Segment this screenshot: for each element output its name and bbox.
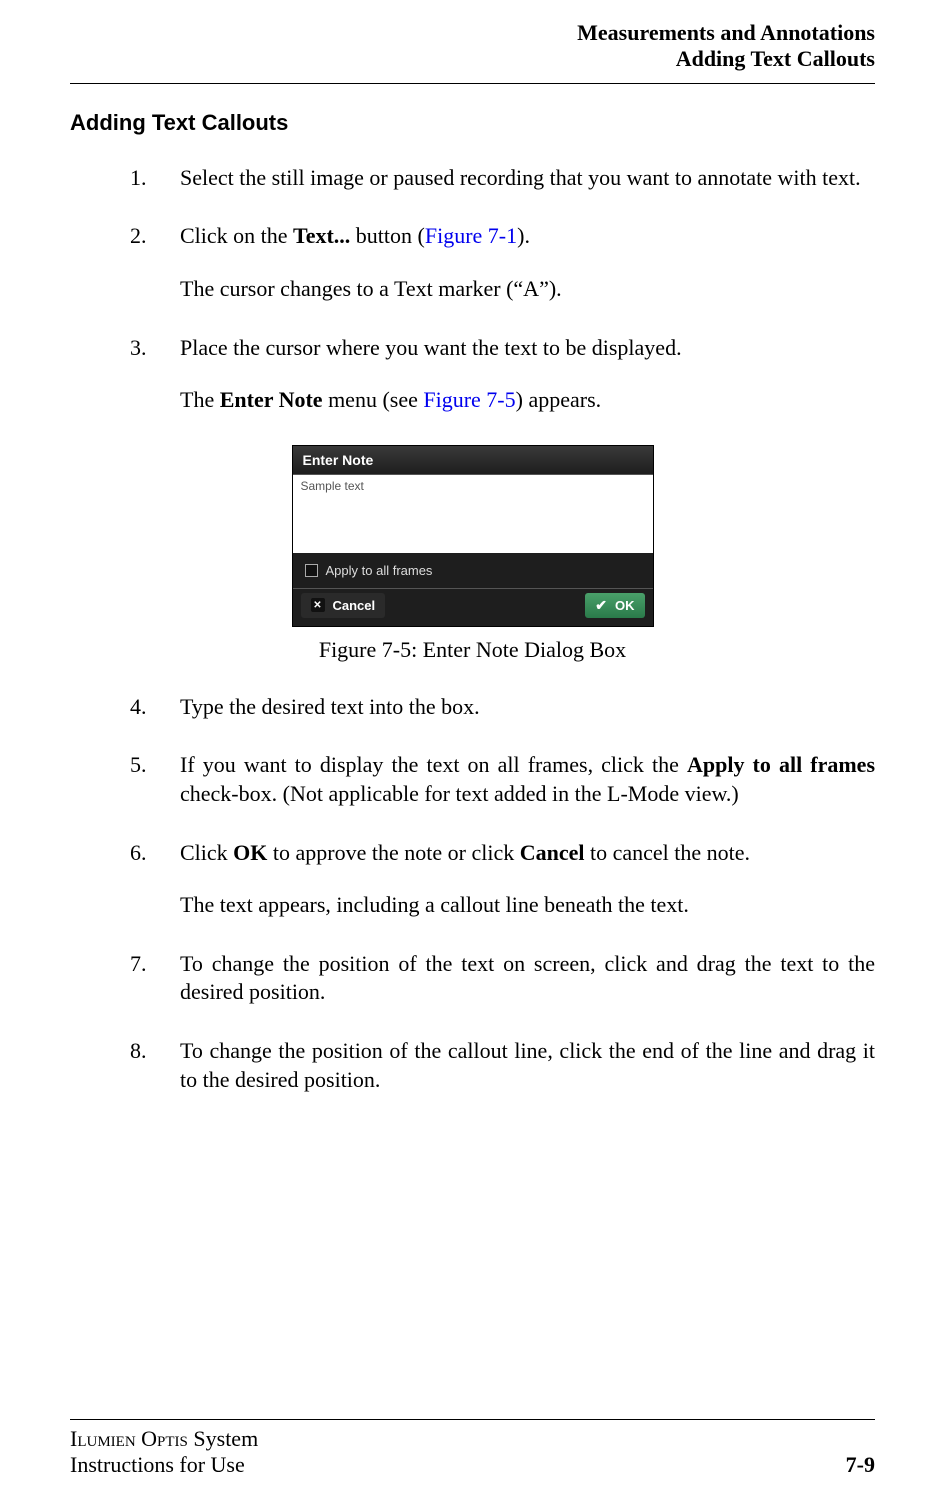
figure-7-1-link[interactable]: Figure 7-1 bbox=[425, 223, 517, 248]
step-2: 2. Click on the Text... button (Figure 7… bbox=[130, 222, 875, 303]
step-1: 1. Select the still image or paused reco… bbox=[130, 164, 875, 193]
step-number: 6. bbox=[130, 839, 180, 920]
step-number: 8. bbox=[130, 1037, 180, 1094]
step-number: 5. bbox=[130, 751, 180, 808]
ok-button[interactable]: ✔ OK bbox=[585, 593, 644, 618]
step-text: To change the position of the callout li… bbox=[180, 1037, 875, 1094]
dialog-button-row: ✕ Cancel ✔ OK bbox=[293, 588, 653, 626]
step-number: 1. bbox=[130, 164, 180, 193]
dialog-title: Enter Note bbox=[293, 446, 653, 475]
step-4: 4. Type the desired text into the box. bbox=[130, 693, 875, 722]
step-number: 3. bbox=[130, 334, 180, 415]
cancel-button[interactable]: ✕ Cancel bbox=[301, 593, 386, 618]
header-line-2: Adding Text Callouts bbox=[70, 46, 875, 72]
apply-all-frames-label: Apply to all frames bbox=[687, 752, 875, 777]
step-number: 4. bbox=[130, 693, 180, 722]
step-3: 3. Place the cursor where you want the t… bbox=[130, 334, 875, 415]
page-number: 7-9 bbox=[846, 1452, 875, 1478]
enter-note-dialog: Enter Note Sample text Apply to all fram… bbox=[292, 445, 654, 627]
step-8: 8. To change the position of the callout… bbox=[130, 1037, 875, 1094]
step-5: 5. If you want to display the text on al… bbox=[130, 751, 875, 808]
step-text: Click OK to approve the note or click Ca… bbox=[180, 839, 875, 868]
footer-rule bbox=[70, 1419, 875, 1420]
figure-7-5-link[interactable]: Figure 7-5 bbox=[423, 387, 515, 412]
figure-7-5: Enter Note Sample text Apply to all fram… bbox=[70, 445, 875, 663]
step-subtext: The Enter Note menu (see Figure 7-5) app… bbox=[180, 386, 875, 415]
apply-all-frames-checkbox[interactable]: Apply to all frames bbox=[293, 553, 653, 588]
section-heading: Adding Text Callouts bbox=[70, 110, 875, 136]
step-text: Type the desired text into the box. bbox=[180, 693, 875, 722]
checkbox-label: Apply to all frames bbox=[326, 563, 433, 578]
running-header: Measurements and Annotations Adding Text… bbox=[70, 20, 875, 73]
ok-button-label: OK bbox=[615, 598, 635, 613]
steps-list-continued: 4. Type the desired text into the box. 5… bbox=[130, 693, 875, 1094]
step-subtext: The text appears, including a callout li… bbox=[180, 891, 875, 920]
step-text: Select the still image or paused recordi… bbox=[180, 164, 875, 193]
footer-left: Ilumien Optis System Instructions for Us… bbox=[70, 1426, 258, 1478]
checkbox-icon bbox=[305, 564, 318, 577]
check-icon: ✔ bbox=[595, 597, 607, 614]
header-rule bbox=[70, 83, 875, 84]
close-icon: ✕ bbox=[311, 598, 325, 612]
page-footer: Ilumien Optis System Instructions for Us… bbox=[70, 1419, 875, 1478]
step-subtext: The cursor changes to a Text marker (“A”… bbox=[180, 275, 875, 304]
enter-note-label: Enter Note bbox=[220, 387, 323, 412]
figure-caption: Figure 7-5: Enter Note Dialog Box bbox=[70, 637, 875, 663]
cancel-button-label: Cancel bbox=[333, 598, 376, 613]
text-button-label: Text... bbox=[293, 223, 350, 248]
step-text: If you want to display the text on all f… bbox=[180, 751, 875, 808]
step-text: To change the position of the text on sc… bbox=[180, 950, 875, 1007]
product-name: Ilumien Optis System bbox=[70, 1426, 258, 1452]
step-6: 6. Click OK to approve the note or click… bbox=[130, 839, 875, 920]
ok-label: OK bbox=[233, 840, 267, 865]
dialog-textarea[interactable]: Sample text bbox=[293, 475, 653, 553]
steps-list: 1. Select the still image or paused reco… bbox=[130, 164, 875, 415]
header-line-1: Measurements and Annotations bbox=[70, 20, 875, 46]
step-number: 2. bbox=[130, 222, 180, 303]
step-text: Click on the Text... button (Figure 7-1)… bbox=[180, 222, 875, 251]
footer-doc-title: Instructions for Use bbox=[70, 1452, 258, 1478]
cancel-label: Cancel bbox=[520, 840, 585, 865]
step-text: Place the cursor where you want the text… bbox=[180, 334, 875, 363]
step-7: 7. To change the position of the text on… bbox=[130, 950, 875, 1007]
step-number: 7. bbox=[130, 950, 180, 1007]
